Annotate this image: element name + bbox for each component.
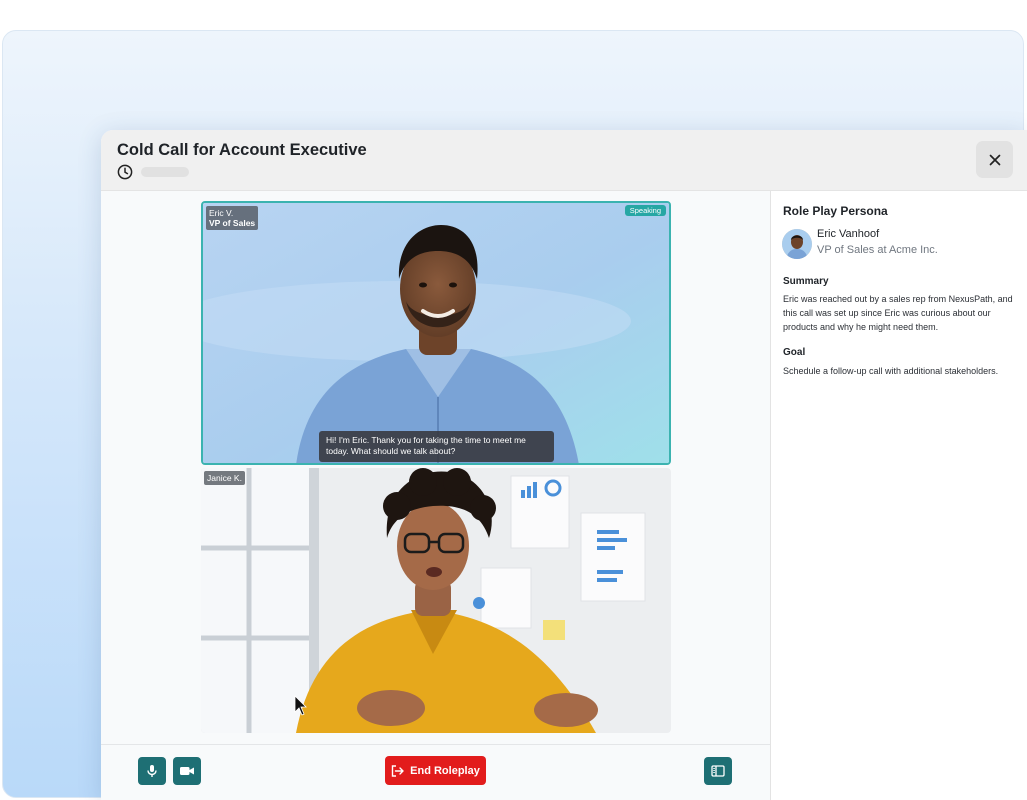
toggle-sidebar-button[interactable] — [704, 757, 732, 785]
page-title: Cold Call for Account Executive — [117, 141, 367, 159]
timer-placeholder — [141, 167, 189, 177]
video-feed-janice — [201, 468, 671, 733]
video-tile-janice[interactable]: Janice K. — [201, 468, 671, 733]
exit-icon — [391, 764, 404, 777]
participant-tag-eric: Eric V. VP of Sales — [206, 206, 259, 231]
participant-tag-janice: Janice K. — [204, 471, 245, 486]
close-icon — [989, 154, 1000, 165]
participant-role: VP of Sales — [209, 218, 256, 229]
roleplay-window: Cold Call for Account Executive Eric V. … — [101, 130, 1027, 800]
persona-name: Eric Vanhoof — [817, 228, 880, 240]
camera-button[interactable] — [173, 757, 201, 785]
end-roleplay-button[interactable]: End Roleplay — [385, 756, 486, 785]
microphone-button[interactable] — [138, 757, 166, 785]
microphone-icon — [147, 765, 157, 777]
goal-heading: Goal — [783, 347, 806, 358]
video-feed-eric — [203, 203, 669, 463]
window-header: Cold Call for Account Executive — [101, 130, 1027, 191]
speaking-badge: Speaking — [624, 205, 666, 216]
persona-role: VP of Sales at Acme Inc. — [817, 244, 938, 256]
end-roleplay-label: End Roleplay — [410, 764, 480, 777]
call-controls: End Roleplay — [101, 744, 770, 800]
goal-text: Schedule a follow-up call with additiona… — [783, 366, 999, 376]
video-tile-eric[interactable]: Eric V. VP of Sales Speaking Hi! I'm Eri… — [201, 201, 671, 465]
close-button[interactable] — [976, 141, 1013, 178]
clock-icon — [117, 164, 133, 180]
persona-sidebar: Role Play Persona Eric Vanhoof VP of Sal… — [770, 191, 1027, 800]
avatar — [782, 229, 812, 259]
video-camera-icon — [180, 767, 194, 775]
sidebar-title: Role Play Persona — [783, 204, 888, 218]
live-caption: Hi! I'm Eric. Thank you for taking the t… — [319, 431, 554, 462]
participant-name: Janice K. — [207, 473, 242, 483]
summary-heading: Summary — [783, 276, 829, 287]
participant-name: Eric V. — [209, 208, 234, 218]
video-stage: Eric V. VP of Sales Speaking Hi! I'm Eri… — [101, 191, 770, 744]
summary-text: Eric was reached out by a sales rep from… — [783, 294, 1013, 332]
sidebar-panel-icon — [711, 765, 725, 777]
